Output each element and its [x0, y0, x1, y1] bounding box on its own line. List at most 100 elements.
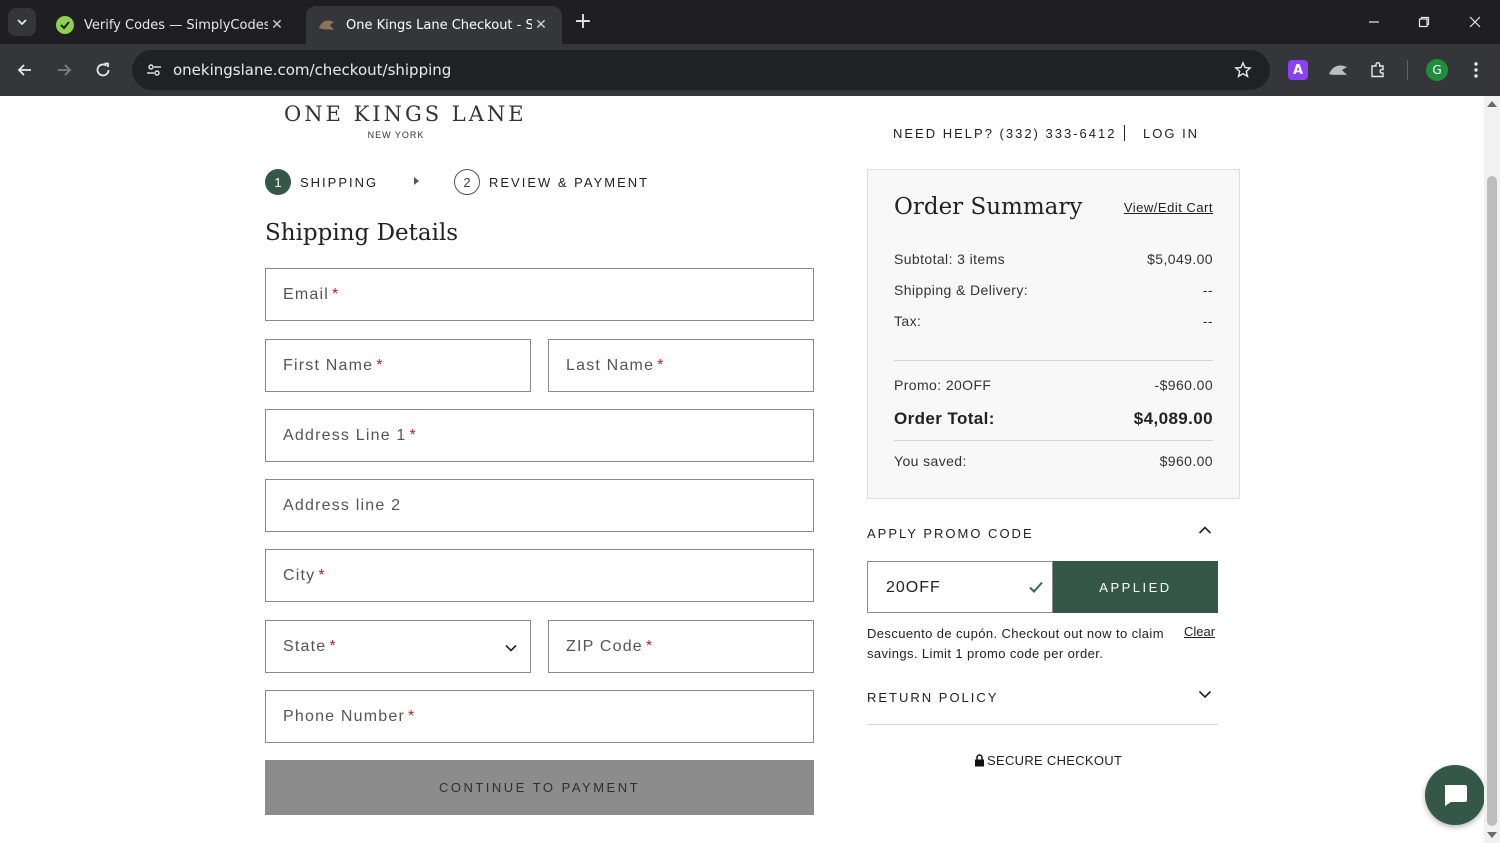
chevron-down-icon — [505, 644, 517, 652]
bookmark-button[interactable] — [1232, 59, 1254, 81]
step-number: 1 — [265, 169, 291, 195]
close-window-button[interactable] — [1463, 10, 1487, 34]
reload-icon — [96, 62, 110, 77]
email-field[interactable]: Email * — [265, 268, 814, 321]
city-label: City * — [283, 567, 326, 584]
step-label: REVIEW & PAYMENT — [489, 174, 650, 190]
first-name-label: First Name * — [283, 357, 384, 374]
extension-bird-button[interactable] — [1325, 57, 1351, 83]
shipping-details-heading: Shipping Details — [265, 220, 459, 246]
applied-button[interactable]: APPLIED — [1053, 561, 1218, 613]
minimize-button[interactable] — [1362, 10, 1386, 34]
promo-message: Descuento de cupón. Checkout out now to … — [867, 626, 1164, 661]
email-label: Email * — [283, 286, 340, 303]
state-select[interactable]: State * — [265, 620, 531, 673]
scroll-up-icon[interactable] — [1487, 101, 1497, 107]
more-vertical-icon — [1474, 62, 1478, 78]
forward-button[interactable] — [51, 57, 77, 83]
continue-to-payment-button[interactable]: CONTINUE TO PAYMENT — [265, 760, 814, 815]
extension-a-icon: A — [1288, 60, 1308, 80]
avatar: G — [1426, 59, 1448, 81]
promo-row: Promo: 20OFF -$960.00 — [894, 377, 1213, 393]
arrow-right-icon — [58, 64, 72, 76]
order-total-row: Order Total: $4,089.00 — [894, 409, 1213, 429]
zip-code-field[interactable]: ZIP Code * — [548, 620, 814, 673]
required-mark: * — [409, 427, 417, 444]
extensions-button[interactable] — [1365, 57, 1391, 83]
promo-code-input[interactable]: 20OFF — [867, 561, 1053, 613]
star-icon — [1234, 61, 1252, 78]
site-info-button[interactable] — [142, 58, 166, 82]
page-scrollbar[interactable] — [1484, 96, 1500, 843]
shipping-value: -- — [1202, 282, 1213, 298]
required-mark: * — [645, 638, 654, 655]
subtotal-value: $5,049.00 — [1147, 251, 1213, 267]
you-saved-label: You saved: — [894, 453, 967, 469]
back-button[interactable] — [12, 57, 38, 83]
extension-a-button[interactable]: A — [1285, 57, 1311, 83]
address-line-2-label: Address line 2 — [283, 497, 402, 514]
tab-title: One Kings Lane Checkout - Shipping — [346, 17, 532, 33]
step-shipping: 1 SHIPPING — [265, 169, 378, 195]
summary-divider — [894, 360, 1213, 361]
last-name-field[interactable]: Last Name * — [548, 339, 814, 392]
restore-button[interactable] — [1412, 10, 1436, 34]
first-name-field[interactable]: First Name * — [265, 339, 531, 392]
toolbar-divider — [1407, 60, 1408, 80]
view-edit-cart-link[interactable]: View/Edit Cart — [1124, 200, 1213, 215]
apply-promo-code-toggle[interactable]: APPLY PROMO CODE — [867, 526, 1034, 541]
secure-checkout-text: SECURE CHECKOUT — [987, 753, 1123, 768]
checkout-page: ONE KINGS LANE NEW YORK NEED HELP? (332)… — [0, 96, 1484, 843]
return-policy-toggle[interactable]: RETURN POLICY — [867, 690, 998, 705]
puzzle-icon — [1371, 62, 1384, 78]
tab-title: Verify Codes — SimplyCodes — [84, 17, 268, 33]
zip-code-label: ZIP Code * — [566, 638, 654, 655]
promo-label: Promo: 20OFF — [894, 377, 992, 393]
header-divider — [1124, 125, 1125, 141]
tab-search-button[interactable] — [8, 8, 36, 36]
tax-label: Tax: — [894, 313, 922, 329]
city-field[interactable]: City * — [265, 549, 814, 602]
required-mark: * — [332, 286, 340, 303]
shipping-row: Shipping & Delivery: -- — [894, 282, 1213, 298]
checkmark-icon — [1029, 581, 1043, 593]
profile-button[interactable]: G — [1424, 57, 1450, 83]
required-mark: * — [408, 708, 416, 725]
scroll-down-icon[interactable] — [1487, 832, 1497, 838]
simplycodes-icon — [56, 16, 74, 34]
reload-button[interactable] — [90, 57, 116, 83]
browser-tab-simplycodes[interactable]: Verify Codes — SimplyCodes ✕ — [44, 6, 298, 44]
clear-promo-link[interactable]: Clear — [1184, 624, 1215, 639]
login-link[interactable]: LOG IN — [1143, 126, 1199, 141]
close-tab-icon[interactable]: ✕ — [268, 17, 286, 33]
address-line-2-field[interactable]: Address line 2 — [265, 479, 814, 532]
step-review-payment[interactable]: 2 REVIEW & PAYMENT — [454, 169, 649, 195]
required-mark: * — [318, 567, 326, 584]
address-line-1-label: Address Line 1 * — [283, 427, 417, 444]
order-summary: Order Summary View/Edit Cart Subtotal: 3… — [867, 169, 1240, 499]
new-tab-button[interactable]: + — [570, 10, 596, 36]
chat-widget-button[interactable] — [1425, 765, 1484, 825]
required-mark: * — [376, 357, 384, 374]
phone-number-field[interactable]: Phone Number * — [265, 690, 814, 743]
browser-menu-button[interactable] — [1463, 57, 1489, 83]
chevron-down-icon[interactable] — [1198, 687, 1212, 701]
chevron-up-icon[interactable] — [1198, 523, 1212, 537]
last-name-label: Last Name * — [566, 357, 665, 374]
help-phone-link[interactable]: NEED HELP? (332) 333-6412 — [893, 126, 1116, 141]
url-text: onekingslane.com/checkout/shipping — [173, 61, 452, 79]
site-logo[interactable]: ONE KINGS LANE NEW YORK — [284, 102, 524, 140]
tax-value: -- — [1202, 313, 1213, 329]
scrollbar-thumb[interactable] — [1487, 176, 1497, 826]
chat-bubble-icon — [1444, 785, 1467, 806]
browser-tab-onekingslane[interactable]: One Kings Lane Checkout - Shipping ✕ — [306, 6, 562, 44]
arrow-left-icon — [17, 64, 31, 76]
close-tab-icon[interactable]: ✕ — [532, 17, 550, 33]
subtotal-label: Subtotal: 3 items — [894, 251, 1006, 267]
state-label: State * — [283, 638, 337, 655]
address-bar[interactable]: onekingslane.com/checkout/shipping — [132, 50, 1270, 90]
secure-checkout-label: SECURE CHECKOUT — [974, 753, 1122, 768]
subtotal-row: Subtotal: 3 items $5,049.00 — [894, 251, 1213, 267]
address-line-1-field[interactable]: Address Line 1 * — [265, 409, 814, 462]
shipping-label: Shipping & Delivery: — [894, 282, 1029, 298]
